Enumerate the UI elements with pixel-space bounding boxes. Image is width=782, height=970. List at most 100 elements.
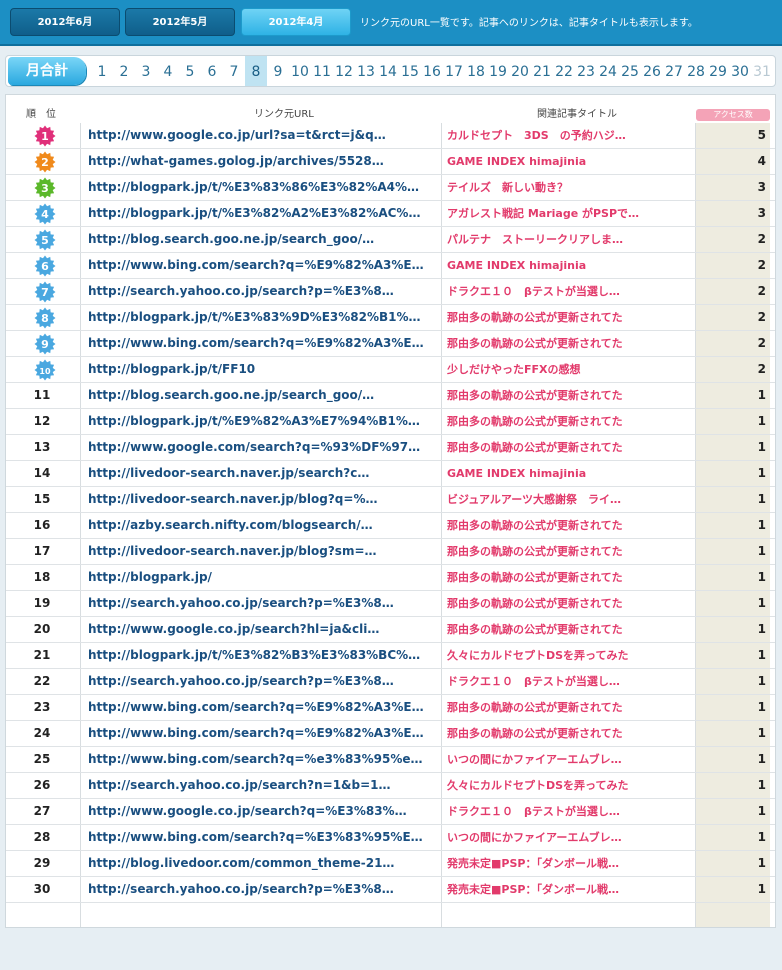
article-title-link[interactable]: 那由多の軌跡の公式が更新されてた	[447, 383, 692, 408]
referrer-url-link[interactable]: http://www.google.com/search?q=%93%DF%97…	[88, 435, 438, 460]
referrer-url-link[interactable]: http://blogpark.jp/	[88, 565, 438, 590]
article-title-link[interactable]: 那由多の軌跡の公式が更新されてた	[447, 617, 692, 642]
article-title-link[interactable]: 久々にカルドセプトDSを弄ってみた	[447, 643, 692, 668]
day-link-1[interactable]: 1	[91, 56, 113, 86]
referrer-url-link[interactable]: http://what-games.golog.jp/archives/5528…	[88, 149, 438, 174]
rank-badge-icon: 5	[34, 229, 56, 251]
article-title-link[interactable]: ドラクエ１０ βテストが当選し…	[447, 669, 692, 694]
article-title-link[interactable]: 那由多の軌跡の公式が更新されてた	[447, 695, 692, 720]
referrer-url-link[interactable]: http://search.yahoo.co.jp/search?p=%E3%8…	[88, 279, 438, 304]
article-title-link[interactable]: ビジュアルアーツ大感謝祭 ライ…	[447, 487, 692, 512]
article-title-link[interactable]: 那由多の軌跡の公式が更新されてた	[447, 539, 692, 564]
referrer-url-link[interactable]: http://livedoor-search.naver.jp/blog?q=%…	[88, 487, 438, 512]
day-link-3[interactable]: 3	[135, 56, 157, 86]
referrer-url-link[interactable]: http://blogpark.jp/t/%E9%82%A3%E7%94%B1%…	[88, 409, 438, 434]
day-link-13[interactable]: 13	[355, 56, 377, 86]
article-title-link[interactable]: アガレスト戦記 Mariage がPSPで…	[447, 201, 692, 226]
day-link-26[interactable]: 26	[641, 56, 663, 86]
referrer-url-link[interactable]: http://www.google.co.jp/search?hl=ja&cli…	[88, 617, 438, 642]
referrer-url-link[interactable]: http://blogpark.jp/t/%E3%83%86%E3%82%A4%…	[88, 175, 438, 200]
day-link-11[interactable]: 11	[311, 56, 333, 86]
referrer-url-link[interactable]: http://www.bing.com/search?q=%E9%82%A3%E…	[88, 253, 438, 278]
month-total-button[interactable]: 月合計	[8, 57, 86, 85]
table-row: 16 http://azby.search.nifty.com/blogsearc…	[6, 513, 775, 539]
referrer-url-link[interactable]: http://search.yahoo.co.jp/search?p=%E3%8…	[88, 877, 438, 902]
day-link-8[interactable]: 8	[245, 56, 267, 86]
rank-badge-icon: 8	[34, 307, 56, 329]
referrer-url-link[interactable]: http://search.yahoo.co.jp/search?n=1&b=1…	[88, 773, 438, 798]
day-link-4[interactable]: 4	[157, 56, 179, 86]
day-link-27[interactable]: 27	[663, 56, 685, 86]
article-title-link[interactable]: GAME INDEX himajinia	[447, 253, 692, 278]
day-link-7[interactable]: 7	[223, 56, 245, 86]
referrer-url-link[interactable]: http://search.yahoo.co.jp/search?p=%E3%8…	[88, 669, 438, 694]
day-link-21[interactable]: 21	[531, 56, 553, 86]
article-title-link[interactable]: 那由多の軌跡の公式が更新されてた	[447, 331, 692, 356]
referrer-url-link[interactable]: http://livedoor-search.naver.jp/search?c…	[88, 461, 438, 486]
referrer-url-link[interactable]: http://www.bing.com/search?q=%E9%82%A3%E…	[88, 331, 438, 356]
day-link-24[interactable]: 24	[597, 56, 619, 86]
day-link-28[interactable]: 28	[685, 56, 707, 86]
day-link-19[interactable]: 19	[487, 56, 509, 86]
article-title-link[interactable]: 久々にカルドセプトDSを弄ってみた	[447, 773, 692, 798]
table-row: 28 http://www.bing.com/search?q=%E3%83%95…	[6, 825, 775, 851]
article-title-link[interactable]: GAME INDEX himajinia	[447, 461, 692, 486]
month-tab-2012-06[interactable]: 2012年6月	[10, 8, 120, 36]
day-link-2[interactable]: 2	[113, 56, 135, 86]
article-title-link[interactable]: ドラクエ１０ βテストが当選し…	[447, 279, 692, 304]
article-title-link[interactable]: いつの間にかファイアーエムブレ…	[447, 747, 692, 772]
referrer-url-link[interactable]: http://blog.livedoor.com/common_theme-21…	[88, 851, 438, 876]
day-link-18[interactable]: 18	[465, 56, 487, 86]
day-link-14[interactable]: 14	[377, 56, 399, 86]
article-title-link[interactable]: 発売未定■PSP：「ダンボール戦…	[447, 851, 692, 876]
article-title-link[interactable]: 那由多の軌跡の公式が更新されてた	[447, 409, 692, 434]
article-title-link[interactable]: 那由多の軌跡の公式が更新されてた	[447, 591, 692, 616]
svg-text:10: 10	[39, 367, 51, 376]
referrer-url-link[interactable]: http://www.google.co.jp/search?q=%E3%83%…	[88, 799, 438, 824]
referrer-url-link[interactable]: http://blogpark.jp/t/%E3%82%A2%E3%82%AC%…	[88, 201, 438, 226]
referrer-url-link[interactable]: http://search.yahoo.co.jp/search?p=%E3%8…	[88, 591, 438, 616]
day-link-20[interactable]: 20	[509, 56, 531, 86]
article-title-link[interactable]: GAME INDEX himajinia	[447, 149, 692, 174]
day-link-10[interactable]: 10	[289, 56, 311, 86]
referrer-url-link[interactable]: http://blog.search.goo.ne.jp/search_goo/…	[88, 383, 438, 408]
article-title-link[interactable]: 那由多の軌跡の公式が更新されてた	[447, 721, 692, 746]
month-tab-2012-04[interactable]: 2012年4月	[241, 8, 351, 36]
referrer-url-link[interactable]: http://blog.search.goo.ne.jp/search_goo/…	[88, 227, 438, 252]
day-link-17[interactable]: 17	[443, 56, 465, 86]
article-title-link[interactable]: 那由多の軌跡の公式が更新されてた	[447, 565, 692, 590]
referrer-url-link[interactable]: http://livedoor-search.naver.jp/blog?sm=…	[88, 539, 438, 564]
day-link-30[interactable]: 30	[729, 56, 751, 86]
article-title-link[interactable]: 発売未定■PSP：「ダンボール戦…	[447, 877, 692, 902]
article-title-link[interactable]: 那由多の軌跡の公式が更新されてた	[447, 513, 692, 538]
day-link-16[interactable]: 16	[421, 56, 443, 86]
day-link-23[interactable]: 23	[575, 56, 597, 86]
referrer-url-link[interactable]: http://www.bing.com/search?q=%E3%83%95%E…	[88, 825, 438, 850]
referrer-url-link[interactable]: http://blogpark.jp/t/%E3%82%B3%E3%83%BC%…	[88, 643, 438, 668]
article-title-link[interactable]: テイルズ 新しい動き？	[447, 175, 692, 200]
day-link-12[interactable]: 12	[333, 56, 355, 86]
month-tab-2012-05[interactable]: 2012年5月	[125, 8, 235, 36]
article-title-link[interactable]: ドラクエ１０ βテストが当選し…	[447, 799, 692, 824]
day-link-5[interactable]: 5	[179, 56, 201, 86]
referrer-url-link[interactable]: http://blogpark.jp/t/%E3%83%9D%E3%82%B1%…	[88, 305, 438, 330]
article-title-link[interactable]: いつの間にかファイアーエムブレ…	[447, 825, 692, 850]
article-title-link[interactable]: 少しだけやったFFXの感想	[447, 357, 692, 382]
day-link-25[interactable]: 25	[619, 56, 641, 86]
day-link-15[interactable]: 15	[399, 56, 421, 86]
day-link-9[interactable]: 9	[267, 56, 289, 86]
article-title-link[interactable]: カルドセプト 3DS の予約ハジ…	[447, 123, 692, 148]
access-count: 1	[757, 804, 766, 818]
referrer-url-link[interactable]: http://www.bing.com/search?q=%E9%82%A3%E…	[88, 695, 438, 720]
referrer-url-link[interactable]: http://www.bing.com/search?q=%E9%82%A3%E…	[88, 721, 438, 746]
day-link-29[interactable]: 29	[707, 56, 729, 86]
referrer-url-link[interactable]: http://azby.search.nifty.com/blogsearch/…	[88, 513, 438, 538]
article-title-link[interactable]: 那由多の軌跡の公式が更新されてた	[447, 435, 692, 460]
day-link-6[interactable]: 6	[201, 56, 223, 86]
article-title-link[interactable]: パルテナ ストーリークリアしま…	[447, 227, 692, 252]
day-link-22[interactable]: 22	[553, 56, 575, 86]
article-title-link[interactable]: 那由多の軌跡の公式が更新されてた	[447, 305, 692, 330]
referrer-url-link[interactable]: http://www.google.co.jp/url?sa=t&rct=j&q…	[88, 123, 438, 148]
referrer-url-link[interactable]: http://www.bing.com/search?q=%e3%83%95%e…	[88, 747, 438, 772]
referrer-url-link[interactable]: http://blogpark.jp/t/FF10	[88, 357, 438, 382]
